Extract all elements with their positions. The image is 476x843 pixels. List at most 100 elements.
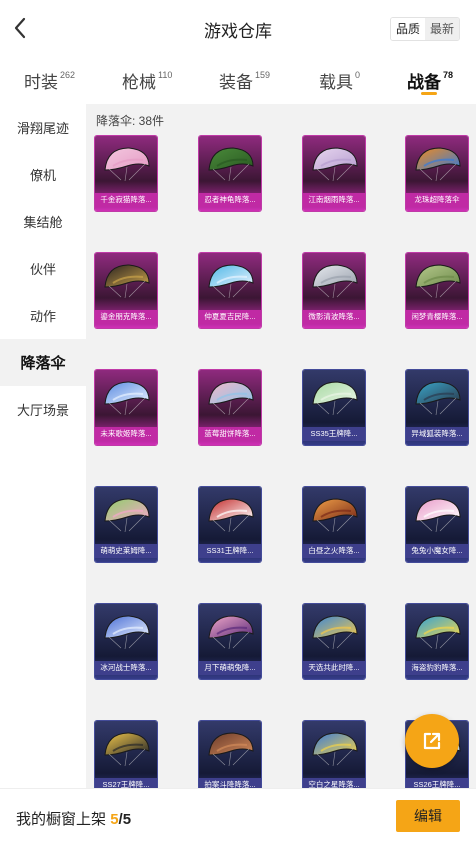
parachute-name: 白昼之火降落... — [303, 544, 365, 558]
parachute-card[interactable]: 空白之星降落... — [303, 721, 365, 788]
parachute-icon — [415, 498, 461, 533]
parachute-name: 拍案斗降降落... — [199, 778, 261, 788]
parachute-name: SS26王牌降... — [406, 778, 468, 788]
parachute-card[interactable]: SS27王牌降... — [95, 721, 157, 788]
tab-equipment[interactable]: 装备 159 — [219, 68, 270, 93]
parachute-icon — [312, 615, 358, 650]
parachute-name: 兔兔小魔女降... — [406, 544, 468, 558]
sidebar-item-emote[interactable]: 动作 — [0, 292, 86, 339]
footer-bar: 我的橱窗上架 5/5 编辑 — [0, 788, 476, 843]
parachute-name: 江南烟雨降落... — [303, 193, 365, 207]
parachute-card[interactable]: 拍案斗降降落... — [199, 721, 261, 788]
parachute-icon — [208, 732, 254, 767]
parachute-icon — [208, 498, 254, 533]
sort-quality-option[interactable]: 品质 — [390, 18, 425, 40]
parachute-icon — [104, 264, 150, 299]
parachute-name: 闲梦青樱降落... — [406, 310, 468, 324]
parachute-name: 蓝莓甜饼降落... — [199, 427, 261, 441]
sidebar-item-companion[interactable]: 伙伴 — [0, 245, 86, 292]
edit-button[interactable]: 编辑 — [396, 800, 460, 832]
tab-fashion[interactable]: 时装 262 — [24, 68, 75, 93]
parachute-name: 萌萌史莱姆降... — [95, 544, 157, 558]
tab-label: 载具 — [319, 73, 353, 92]
parachute-card[interactable]: 未来歌姬降落... — [95, 370, 157, 445]
parachute-icon — [208, 147, 254, 182]
parachute-icon — [312, 732, 358, 767]
parachute-card[interactable]: 海盗豹豹降落... — [406, 604, 468, 679]
parachute-card[interactable]: 冰河战士降落... — [95, 604, 157, 679]
share-button[interactable] — [405, 714, 459, 768]
parachute-name: 忍者神龟降落... — [199, 193, 261, 207]
parachute-name: 仲夏夏吉民降... — [199, 310, 261, 324]
sidebar-item-parachute[interactable]: 降落伞 — [0, 339, 86, 386]
tab-label: 枪械 — [122, 73, 156, 92]
parachute-name: 龙珠超降落伞 — [406, 193, 468, 207]
parachute-card[interactable]: 江南烟雨降落... — [303, 136, 365, 211]
parachute-icon — [312, 264, 358, 299]
tab-weapons[interactable]: 枪械 110 — [122, 68, 172, 93]
tab-label: 战备 — [407, 73, 441, 92]
sort-toggle: 品质 最新 — [389, 17, 460, 41]
item-count-label: 降落伞: 38件 — [96, 114, 165, 128]
tab-count: 110 — [158, 70, 173, 81]
parachute-card[interactable]: 月下萌萌兔降... — [199, 604, 261, 679]
tab-count: 78 — [443, 70, 454, 81]
parachute-card[interactable]: 兔兔小魔女降... — [406, 487, 468, 562]
parachute-icon — [104, 381, 150, 416]
parachute-card[interactable]: 龙珠超降落伞 — [406, 136, 468, 211]
sidebar-item-lobby-scene[interactable]: 大厅场景 — [0, 386, 86, 433]
parachute-icon — [312, 381, 358, 416]
parachute-card[interactable]: 微影清波降落... — [303, 253, 365, 328]
showcase-current-count: 5 — [110, 811, 119, 828]
parachute-name: SS27王牌降... — [95, 778, 157, 788]
showcase-status: 我的橱窗上架 5/5 — [16, 808, 131, 829]
parachute-card[interactable]: 仲夏夏吉民降... — [199, 253, 261, 328]
sidebar-item-wingman[interactable]: 僚机 — [0, 151, 86, 198]
parachute-card[interactable]: 异域狐装降落... — [406, 370, 468, 445]
parachute-name: 未来歌姬降落... — [95, 427, 157, 441]
parachute-card[interactable]: 白昼之火降落... — [303, 487, 365, 562]
parachute-card[interactable]: SS35王牌降... — [303, 370, 365, 445]
sort-newest-option[interactable]: 最新 — [424, 18, 459, 40]
parachute-name: 鎏金朋克降落... — [95, 310, 157, 324]
parachute-card[interactable]: 千金寂猫降落... — [95, 136, 157, 211]
sidebar-item-glide-trail[interactable]: 滑翔尾迹 — [0, 104, 86, 151]
parachute-icon — [312, 498, 358, 533]
showcase-total-count: 5 — [122, 811, 132, 828]
parachute-icon — [208, 381, 254, 416]
parachute-icon — [312, 147, 358, 182]
parachute-icon — [104, 732, 150, 767]
tab-count: 159 — [255, 70, 271, 81]
sidebar-item-assembly-pod[interactable]: 集结舱 — [0, 198, 86, 245]
parachute-card[interactable]: 闲梦青樱降落... — [406, 253, 468, 328]
tab-count: 262 — [60, 70, 76, 81]
parachute-name: 千金寂猫降落... — [95, 193, 157, 207]
category-tabs: 时装 262 枪械 110 装备 159 载具 0 战备 78 — [0, 58, 476, 102]
parachute-name: SS35王牌降... — [303, 427, 365, 441]
sidebar: 滑翔尾迹 僚机 集结舱 伙伴 动作 降落伞 大厅场景 — [0, 104, 86, 788]
parachute-name: 异域狐装降落... — [406, 427, 468, 441]
item-grid: 降落伞: 38件 千金寂猫降落... 忍者神龟降落... 江南烟雨降落... 龙珠超降… — [86, 104, 476, 788]
tab-vehicles[interactable]: 载具 0 — [319, 68, 360, 93]
tab-combat-prep[interactable]: 战备 78 — [407, 68, 453, 93]
parachute-card[interactable]: 忍者神龟降落... — [199, 136, 261, 211]
parachute-name: 微影清波降落... — [303, 310, 365, 324]
parachute-icon — [415, 615, 461, 650]
parachute-card[interactable]: 鎏金朋克降落... — [95, 253, 157, 328]
external-link-icon — [423, 732, 441, 750]
parachute-name: 冰河战士降落... — [95, 661, 157, 675]
parachute-name: 月下萌萌兔降... — [199, 661, 261, 675]
tab-label: 装备 — [219, 73, 253, 92]
parachute-icon — [104, 498, 150, 533]
parachute-card[interactable]: 蓝莓甜饼降落... — [199, 370, 261, 445]
parachute-icon — [208, 264, 254, 299]
parachute-icon — [415, 381, 461, 416]
parachute-card[interactable]: 萌萌史莱姆降... — [95, 487, 157, 562]
parachute-card[interactable]: 天选共此时降... — [303, 604, 365, 679]
parachute-name: 天选共此时降... — [303, 661, 365, 675]
active-tab-indicator — [421, 92, 437, 95]
parachute-icon — [415, 147, 461, 182]
showcase-label: 我的橱窗上架 — [16, 811, 107, 828]
parachute-name: 空白之星降落... — [303, 778, 365, 788]
parachute-card[interactable]: SS31王牌降... — [199, 487, 261, 562]
